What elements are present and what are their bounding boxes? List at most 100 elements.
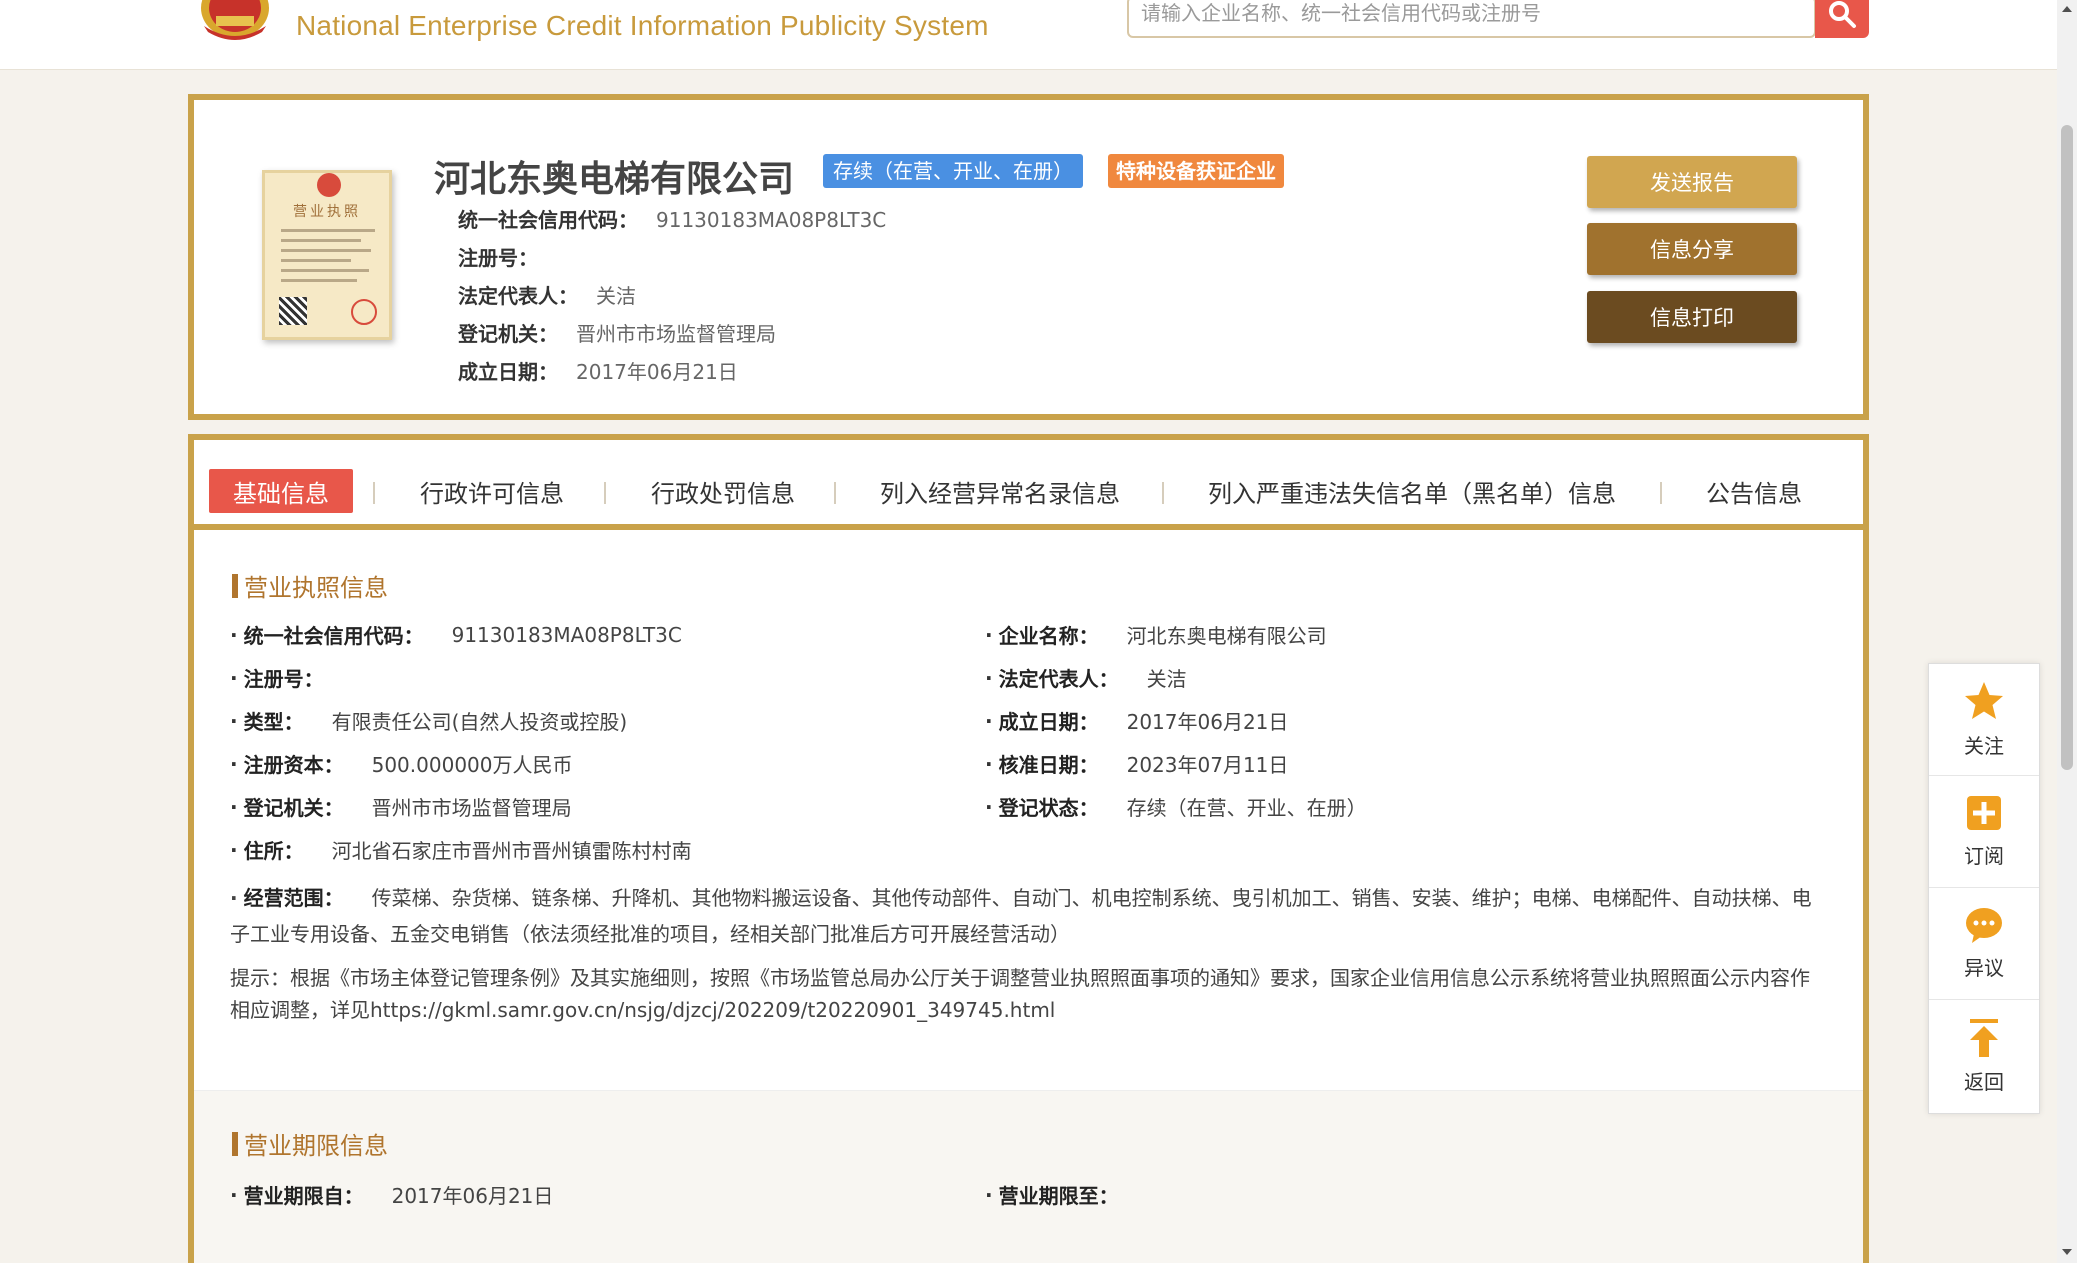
field-reg-authority: · 登记机关： 晋州市市场监督管理局 xyxy=(230,792,572,821)
page-scrollbar[interactable] xyxy=(2057,0,2077,1263)
field-value: 2017年06月21日 xyxy=(391,1184,554,1208)
field-label: 法定代表人： xyxy=(998,667,1119,691)
license-text-line xyxy=(281,279,357,282)
tab-admin-license[interactable]: 行政许可信息 xyxy=(420,469,564,513)
license-thumb-title: 营业执照 xyxy=(293,204,361,220)
license-text-line xyxy=(281,239,361,242)
field-value: 2023年07月11日 xyxy=(1126,753,1289,777)
search-input[interactable]: 请输入企业名称、统一社会信用代码或注册号 xyxy=(1127,0,1816,38)
scroll-thumb[interactable] xyxy=(2061,125,2073,770)
main-info-panel: 基础信息 行政许可信息 行政处罚信息 列入经营异常名录信息 列入严重违法失信名单… xyxy=(188,434,1869,1263)
share-info-button[interactable]: 信息分享 xyxy=(1587,223,1797,275)
company-name: 河北东奥电梯有限公司 xyxy=(434,159,795,200)
field-value: 有限责任公司(自然人投资或控股) xyxy=(331,710,628,734)
bullet-dot: · xyxy=(230,665,238,690)
status-badge: 存续（在营、开业、在册） xyxy=(823,154,1083,188)
field-approved-date: · 核准日期： 2023年07月11日 xyxy=(985,749,1288,778)
tab-admin-penalty[interactable]: 行政处罚信息 xyxy=(651,469,795,513)
card-row-value: 91130183MA08P8LT3C xyxy=(656,208,887,232)
search-button[interactable] xyxy=(1815,0,1869,38)
objection-button[interactable]: 异议 xyxy=(1929,888,2039,1000)
bullet-dot: · xyxy=(230,622,238,647)
field-reg-number: · 注册号： xyxy=(230,663,352,692)
business-scope-label: 经营范围： xyxy=(243,886,344,910)
chat-icon xyxy=(1964,906,2004,948)
section-title-text: 营业执照信息 xyxy=(244,574,388,602)
tab-separator xyxy=(1162,482,1164,504)
business-license-thumbnail[interactable]: 营业执照 xyxy=(262,170,392,340)
card-row-credit-code: 统一社会信用代码： 91130183MA08P8LT3C xyxy=(458,204,886,233)
card-row-value: 晋州市市场监督管理局 xyxy=(576,322,776,346)
subscribe-button[interactable]: 订阅 xyxy=(1929,776,2039,888)
special-equipment-badge: 特种设备获证企业 xyxy=(1108,154,1284,188)
floating-toolbar: 关注 订阅 异议 返回 xyxy=(1928,663,2040,1114)
field-label: 类型： xyxy=(243,710,304,734)
back-to-top-button[interactable]: 返回 xyxy=(1929,1000,2039,1112)
plus-icon xyxy=(1965,794,2003,836)
field-type: · 类型： 有限责任公司(自然人投资或控股) xyxy=(230,706,627,735)
card-row-value: 关洁 xyxy=(596,284,636,308)
field-label: 注册资本： xyxy=(243,753,344,777)
red-stamp-icon xyxy=(351,299,377,325)
tab-abnormal-list[interactable]: 列入经营异常名录信息 xyxy=(880,469,1120,513)
bullet-dot: · xyxy=(985,794,993,819)
follow-label: 关注 xyxy=(1964,734,2004,758)
license-text-line xyxy=(281,229,375,232)
field-term-to: · 营业期限至： xyxy=(985,1180,1147,1209)
section-title-license: 营业执照信息 xyxy=(232,568,388,603)
term-section-bg xyxy=(194,1090,1863,1263)
card-row-label: 成立日期： xyxy=(458,360,558,384)
scroll-down-arrow-icon[interactable] xyxy=(2062,1249,2072,1255)
field-company-name: · 企业名称： 河北东奥电梯有限公司 xyxy=(985,620,1327,649)
print-info-button[interactable]: 信息打印 xyxy=(1587,291,1797,343)
field-label: 营业期限自： xyxy=(243,1184,364,1208)
card-row-value: 2017年06月21日 xyxy=(576,360,738,384)
section-title-text: 营业期限信息 xyxy=(244,1132,388,1160)
tab-basic-info[interactable]: 基础信息 xyxy=(209,469,353,513)
section-bar xyxy=(232,573,238,598)
bullet-dot: · xyxy=(230,837,238,862)
card-row-established: 成立日期： 2017年06月21日 xyxy=(458,356,738,385)
field-label: 企业名称： xyxy=(998,624,1099,648)
field-legal-rep: · 法定代表人： 关洁 xyxy=(985,663,1187,692)
follow-button[interactable]: 关注 xyxy=(1929,664,2039,776)
card-row-label: 注册号： xyxy=(458,246,538,270)
company-summary-card: 营业执照 河北东奥电梯有限公司 存续（在营、开业、在册） 特种设备获证企业 统一… xyxy=(188,94,1869,420)
subscribe-label: 订阅 xyxy=(1964,844,2004,868)
send-report-button[interactable]: 发送报告 xyxy=(1587,156,1797,208)
arrow-up-icon xyxy=(1967,1018,2001,1062)
license-text-line xyxy=(281,259,351,262)
tab-blacklist[interactable]: 列入严重违法失信名单（黑名单）信息 xyxy=(1208,469,1616,513)
back-to-top-label: 返回 xyxy=(1964,1069,2004,1094)
notice-tip: 提示：根据《市场主体登记管理条例》及其实施细则，按照《市场监管总局办公厅关于调整… xyxy=(230,966,1810,1022)
field-value: 关洁 xyxy=(1146,667,1187,691)
field-term-from: · 营业期限自： 2017年06月21日 xyxy=(230,1180,553,1209)
card-row-label: 法定代表人： xyxy=(458,284,578,308)
field-value: 91130183MA08P8LT3C xyxy=(451,622,682,647)
field-value: 500.000000万人民币 xyxy=(371,753,573,777)
info-tabs: 基础信息 行政许可信息 行政处罚信息 列入经营异常名录信息 列入严重违法失信名单… xyxy=(194,440,1863,530)
bullet-dot: · xyxy=(985,1182,993,1207)
scroll-up-arrow-icon[interactable] xyxy=(2062,6,2072,12)
bullet-dot: · xyxy=(230,751,238,776)
bullet-dot: · xyxy=(985,708,993,733)
site-header: National Enterprise Credit Information P… xyxy=(0,0,2057,70)
field-credit-code: · 统一社会信用代码： 91130183MA08P8LT3C xyxy=(230,620,682,649)
field-value: 2017年06月21日 xyxy=(1126,710,1289,734)
field-registered-capital: · 注册资本： 500.000000万人民币 xyxy=(230,749,573,778)
card-row-label: 统一社会信用代码： xyxy=(458,208,638,232)
bullet-dot: · xyxy=(230,708,238,733)
tab-separator xyxy=(373,482,375,504)
tab-separator xyxy=(604,482,606,504)
search-icon xyxy=(1827,0,1857,33)
tab-announcements[interactable]: 公告信息 xyxy=(1706,469,1802,513)
business-scope-value: 传菜梯、杂货梯、链条梯、升降机、其他物料搬运设备、其他传动部件、自动门、机电控制… xyxy=(230,886,1812,946)
qr-code-icon xyxy=(279,297,307,325)
section-bar xyxy=(232,1131,238,1156)
field-reg-status: · 登记状态： 存续（在营、开业、在册） xyxy=(985,792,1367,821)
objection-label: 异议 xyxy=(1964,956,2004,980)
bullet-dot: · xyxy=(230,1182,238,1207)
card-row-legal-rep: 法定代表人： 关洁 xyxy=(458,280,636,309)
field-label: 成立日期： xyxy=(998,710,1099,734)
field-value: 晋州市市场监督管理局 xyxy=(371,796,572,820)
